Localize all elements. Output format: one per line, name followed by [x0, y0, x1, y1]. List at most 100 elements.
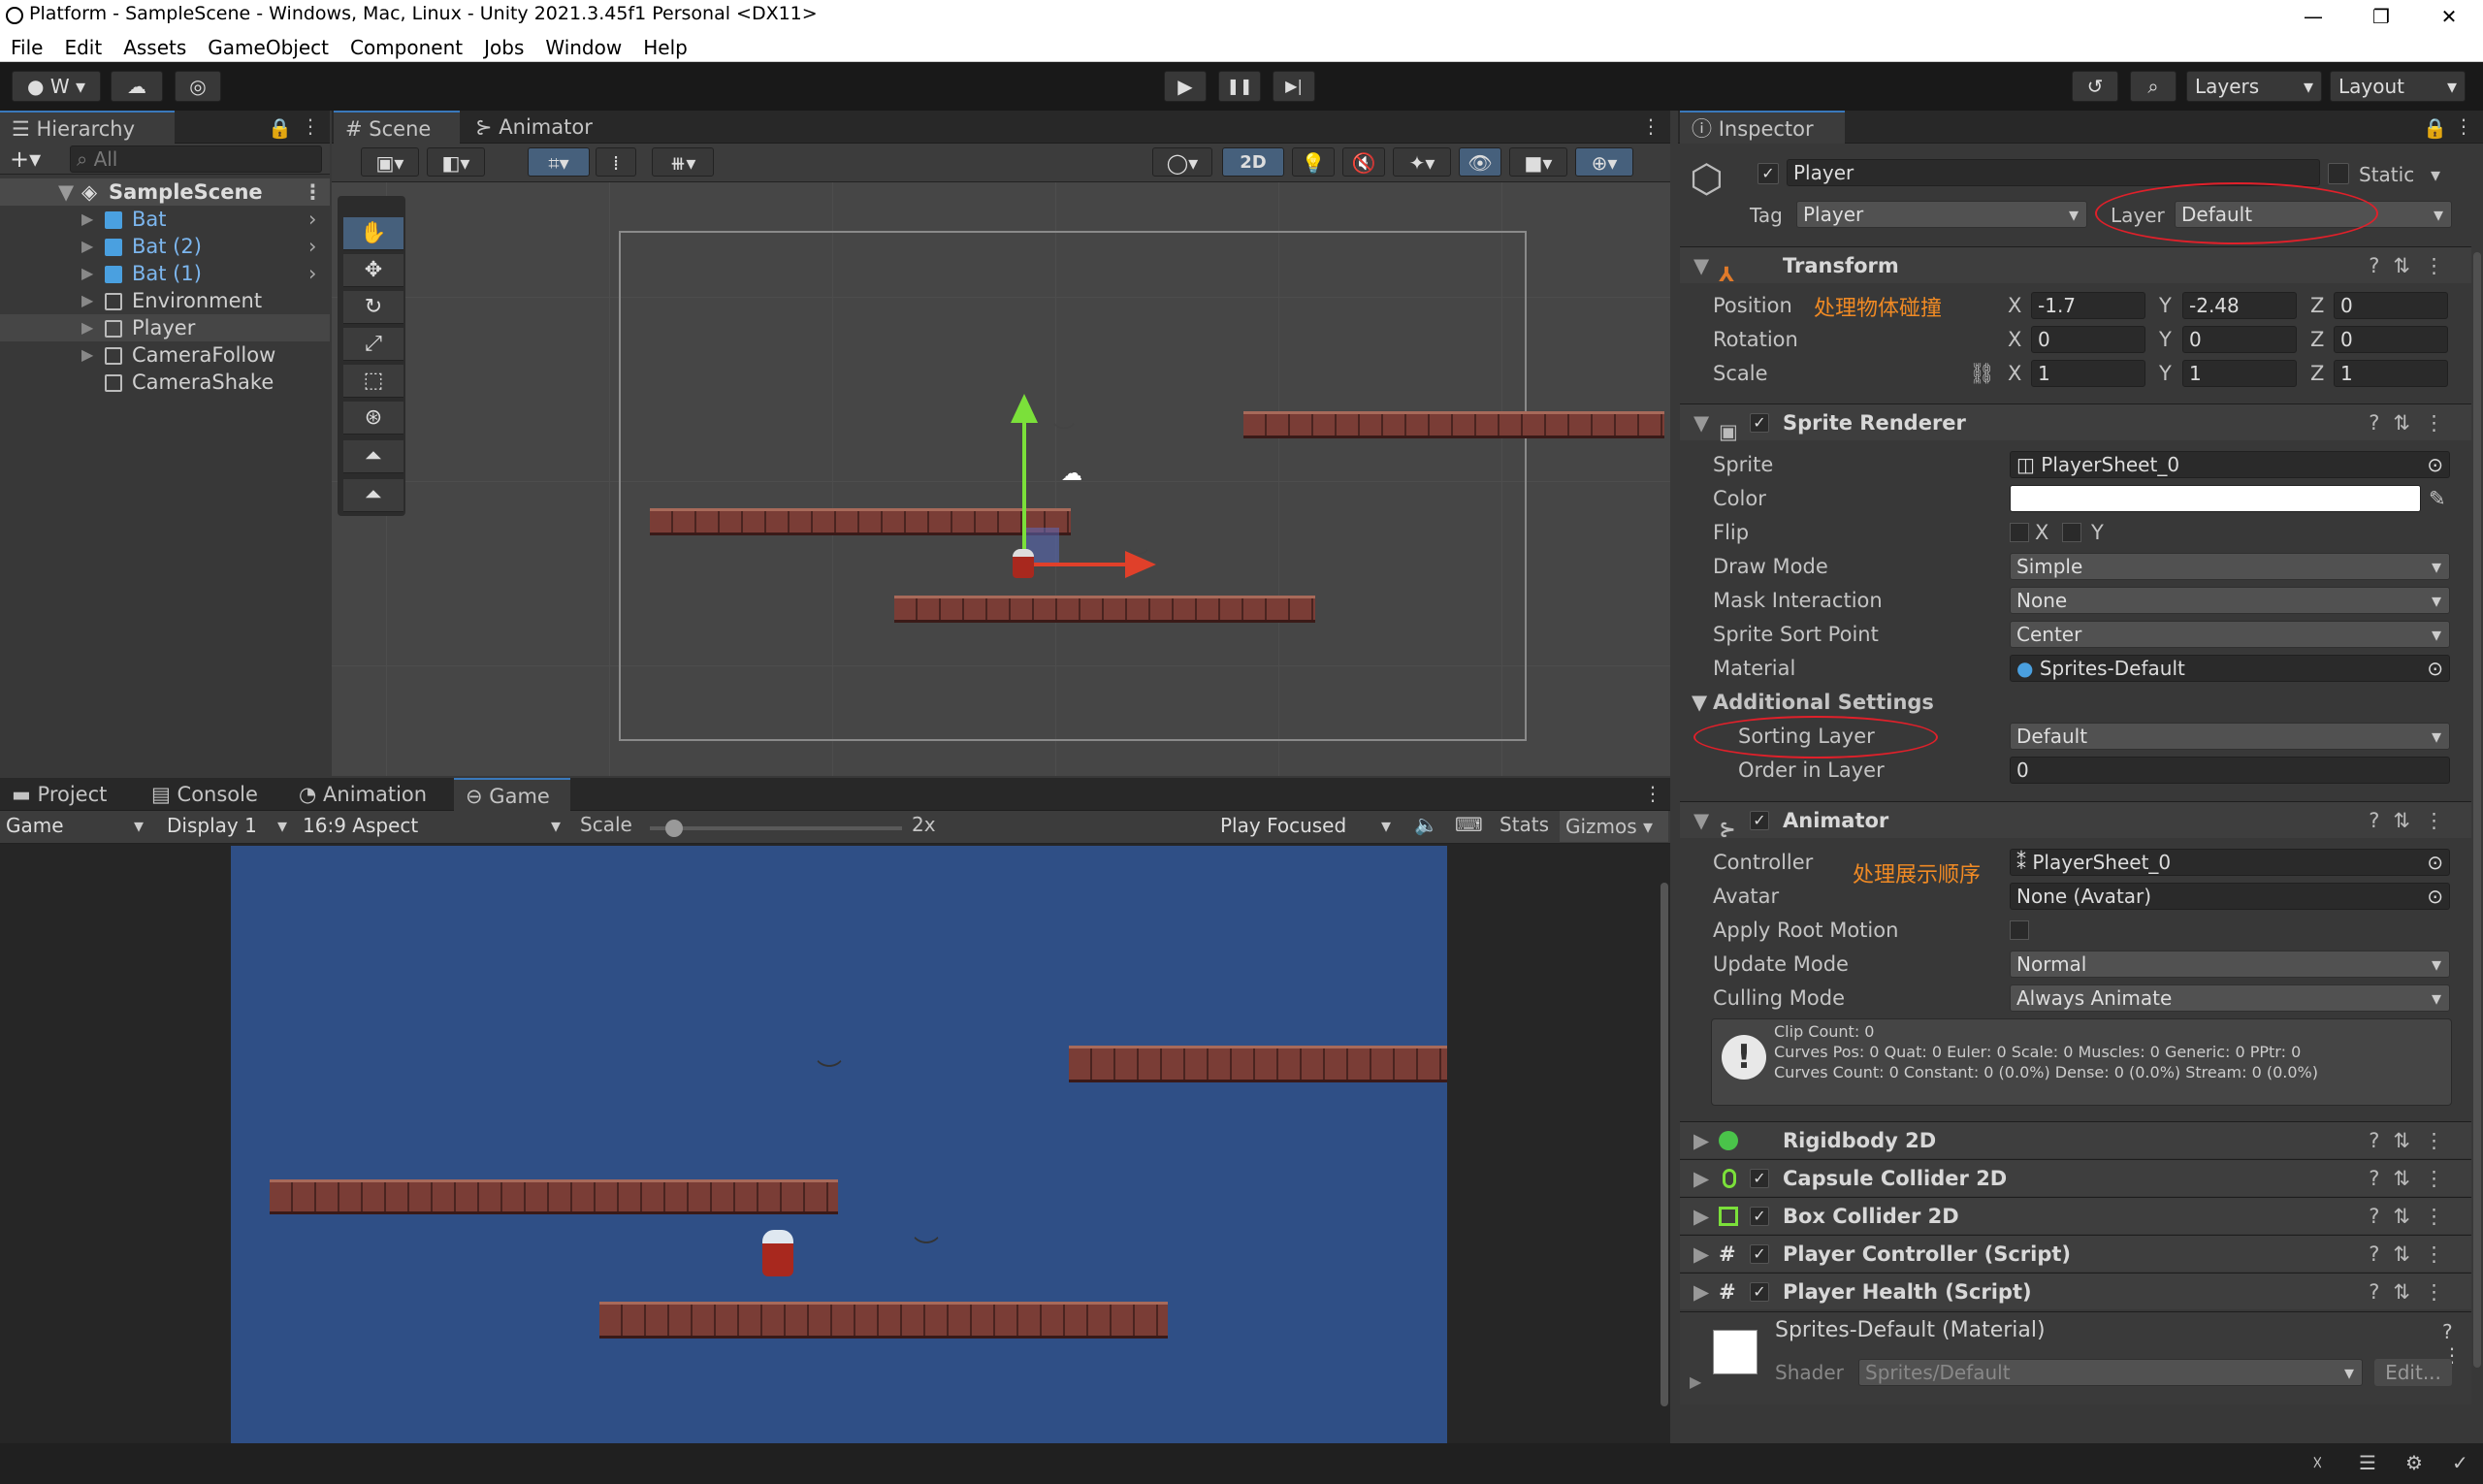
- custom-tool-icon[interactable]: ⏶: [343, 479, 403, 512]
- rect-tool-icon[interactable]: ⬚: [343, 365, 403, 398]
- menu-assets[interactable]: Assets: [113, 33, 197, 62]
- object-picker-icon[interactable]: ⊙: [2427, 884, 2443, 909]
- culling-mode-dropdown[interactable]: Always Animate: [2010, 984, 2450, 1012]
- object-picker-icon[interactable]: ⊙: [2427, 452, 2443, 477]
- tab-game[interactable]: ⊖ Game: [454, 778, 570, 811]
- rotation-x-field[interactable]: 0: [2031, 326, 2145, 353]
- additional-settings-foldout[interactable]: ▼ Additional Settings: [1692, 686, 2448, 719]
- play-button[interactable]: ▶: [1164, 71, 1207, 102]
- scale-slider-track[interactable]: [650, 826, 902, 830]
- player-sprite[interactable]: [1013, 549, 1034, 578]
- flip-y-checkbox[interactable]: [2062, 523, 2081, 542]
- order-in-layer-field[interactable]: 0: [2010, 757, 2450, 784]
- scale-slider-thumb[interactable]: [665, 820, 683, 837]
- sorting-layer-dropdown[interactable]: Default: [2010, 723, 2450, 750]
- hierarchy-item[interactable]: ▶ Environment: [0, 287, 330, 314]
- expand-arrow-icon[interactable]: ▶: [81, 260, 93, 287]
- transform-tool-icon[interactable]: ⊛: [343, 402, 403, 435]
- cloud-icon[interactable]: ☁: [111, 71, 163, 102]
- increment-icon[interactable]: ⧻▾: [652, 147, 714, 177]
- flip-x-checkbox[interactable]: [2010, 523, 2029, 542]
- collab-icon[interactable]: ◎: [175, 71, 221, 102]
- mute-audio-icon[interactable]: 🔈: [1414, 813, 1438, 836]
- aspect-dropdown[interactable]: 16:9 Aspect: [297, 813, 568, 840]
- scale-tool-icon[interactable]: ⤢: [343, 328, 403, 361]
- color-swatch[interactable]: [2010, 485, 2421, 512]
- lighting-icon[interactable]: 💡: [1292, 147, 1335, 177]
- hierarchy-item[interactable]: ▶ Bat (1) ›: [0, 260, 330, 287]
- player-controller-header[interactable]: ▶ # ✓ Player Controller (Script) ?⇅⋮: [1680, 1235, 2471, 1272]
- draw-mode-dropdown[interactable]: Simple: [2010, 553, 2450, 580]
- expand-arrow-icon[interactable]: ▶: [81, 314, 93, 341]
- layout-dropdown[interactable]: Layout ▾: [2330, 71, 2466, 102]
- layers-dropdown[interactable]: Layers ▾: [2186, 71, 2322, 102]
- sort-point-dropdown[interactable]: Center: [2010, 621, 2450, 648]
- status-check-icon[interactable]: ✓: [2452, 1451, 2468, 1474]
- pause-button[interactable]: ❚❚: [1218, 71, 1261, 102]
- tab-animation[interactable]: ◔ Animation: [287, 778, 452, 811]
- position-y-field[interactable]: -2.48: [2182, 292, 2297, 319]
- tab-console[interactable]: ▤ Console: [140, 778, 285, 811]
- rotation-z-field[interactable]: 0: [2334, 326, 2448, 353]
- tab-project[interactable]: ▬ Project: [0, 778, 136, 811]
- tab-inspector[interactable]: ⓘ Inspector: [1680, 111, 1845, 144]
- menu-component[interactable]: Component: [339, 33, 473, 62]
- player-sprite[interactable]: [762, 1230, 793, 1276]
- display-dropdown[interactable]: Display 1: [161, 813, 295, 840]
- mask-interaction-dropdown[interactable]: None: [2010, 587, 2450, 614]
- expand-arrow-icon[interactable]: ▶: [81, 206, 93, 233]
- scene-camera-icon[interactable]: ■▾: [1509, 147, 1567, 177]
- position-x-field[interactable]: -1.7: [2031, 292, 2145, 319]
- enabled-checkbox[interactable]: ✓: [1750, 413, 1769, 433]
- hierarchy-item[interactable]: CameraShake: [0, 369, 330, 396]
- camera-mode-icon[interactable]: ◯▾: [1152, 147, 1212, 177]
- sprite-renderer-header[interactable]: ▼ ▣ ✓ Sprite Renderer ?⇅⋮: [1680, 403, 2471, 443]
- menu-edit[interactable]: Edit: [53, 33, 113, 62]
- more-icon[interactable]: ⋮: [1643, 782, 1662, 805]
- enabled-checkbox[interactable]: ✓: [1750, 1244, 1769, 1264]
- prefab-open-icon[interactable]: ›: [308, 233, 316, 260]
- tab-scene[interactable]: # Scene: [334, 111, 460, 144]
- move-gizmo-x[interactable]: [1024, 563, 1131, 566]
- enabled-checkbox[interactable]: ✓: [1750, 1282, 1769, 1302]
- component-actions-icon[interactable]: ?⇅⋮: [2369, 247, 2458, 284]
- component-actions-icon[interactable]: ?⇅⋮: [2369, 1160, 2458, 1197]
- component-actions-icon[interactable]: ?⇅⋮: [2369, 1122, 2458, 1159]
- stats-button[interactable]: Stats: [1499, 813, 1549, 836]
- tag-dropdown[interactable]: Player: [1796, 201, 2087, 228]
- minimize-button[interactable]: —: [2279, 0, 2347, 33]
- player-health-header[interactable]: ▶ # ✓ Player Health (Script) ?⇅⋮: [1680, 1273, 2471, 1309]
- game-view-dropdown[interactable]: Game: [0, 813, 151, 840]
- material-field[interactable]: ● Sprites-Default ⊙: [2010, 655, 2450, 682]
- enabled-checkbox[interactable]: ✓: [1750, 1207, 1769, 1226]
- active-checkbox[interactable]: ✓: [1757, 163, 1779, 184]
- expand-arrow-icon[interactable]: ▶: [81, 287, 93, 314]
- bug-icon[interactable]: ⚙: [2405, 1451, 2423, 1474]
- capsule-collider2d-header[interactable]: ▶ ✓ Capsule Collider 2D ?⇅⋮: [1680, 1159, 2471, 1196]
- rotate-tool-icon[interactable]: ↻: [343, 291, 403, 324]
- grid-snap-icon[interactable]: ⌗▾: [528, 147, 590, 177]
- more-icon[interactable]: ⋮: [1641, 114, 1661, 138]
- component-actions-icon[interactable]: ?⇅⋮: [2369, 1198, 2458, 1235]
- menu-file[interactable]: File: [0, 33, 53, 62]
- more-icon[interactable]: ⋮: [2454, 114, 2473, 138]
- object-picker-icon[interactable]: ⊙: [2427, 656, 2443, 681]
- scene-view[interactable]: ︶ ︶ ☁: [332, 182, 1670, 776]
- component-actions-icon[interactable]: ?⇅⋮: [2369, 1236, 2458, 1273]
- eyedropper-icon[interactable]: ✎: [2429, 482, 2446, 515]
- effects-icon[interactable]: ✦▾: [1393, 147, 1451, 177]
- shading-icon[interactable]: ◧▾: [427, 147, 485, 177]
- custom-tool-icon[interactable]: ⏶: [343, 440, 403, 473]
- hierarchy-item[interactable]: ▶ Bat ›: [0, 206, 330, 233]
- sprite-field[interactable]: ◫ PlayerSheet_0 ⊙: [2010, 451, 2450, 478]
- close-button[interactable]: ✕: [2415, 0, 2483, 33]
- avatar-field[interactable]: None (Avatar) ⊙: [2010, 883, 2450, 910]
- object-picker-icon[interactable]: ⊙: [2427, 850, 2443, 875]
- enabled-checkbox[interactable]: ✓: [1750, 811, 1769, 830]
- audio-icon[interactable]: 🔇: [1342, 147, 1385, 177]
- prefab-open-icon[interactable]: ›: [308, 206, 316, 233]
- lock-icon[interactable]: 🔒: [2423, 116, 2447, 140]
- transform-component-header[interactable]: ▼ ⅄ Transform ?⇅⋮: [1680, 246, 2471, 286]
- more-icon[interactable]: ⋮: [301, 114, 320, 138]
- static-checkbox[interactable]: [2328, 163, 2349, 184]
